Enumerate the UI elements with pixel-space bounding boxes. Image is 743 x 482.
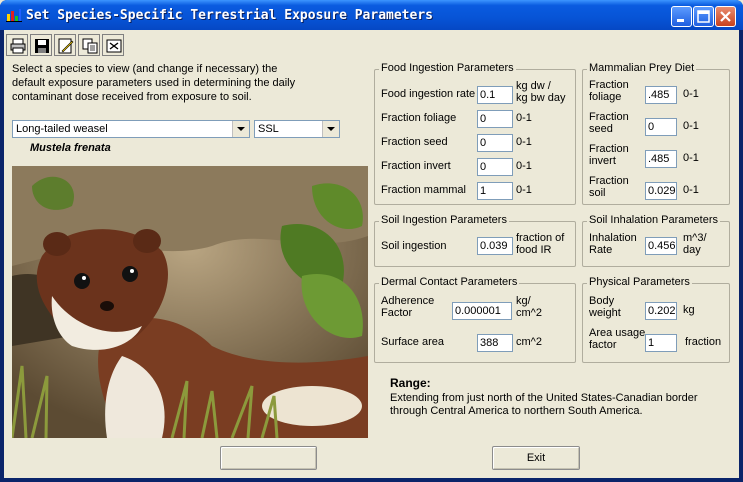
- exit-button[interactable]: Exit: [492, 446, 580, 470]
- range-text: Extending from just north of the United …: [390, 392, 698, 417]
- adherence-factor-unit: kg/ cm^2: [516, 295, 542, 319]
- fraction-foliage-label: Fraction foliage: [381, 112, 457, 124]
- food-ingestion-title: Food Ingestion Parameters: [379, 62, 516, 74]
- window-title: Set Species-Specific Terrestrial Exposur…: [26, 8, 433, 23]
- prey-fraction-invert-unit: 0-1: [683, 152, 699, 164]
- prey-diet-title: Mammalian Prey Diet: [587, 62, 697, 74]
- food-ingestion-rate-label: Food ingestion rate: [381, 88, 476, 100]
- chevron-down-icon[interactable]: [322, 121, 339, 137]
- weasel-photo-image: [12, 166, 368, 438]
- body-weight-label: Body weight: [589, 295, 621, 319]
- fraction-foliage-input[interactable]: 0: [477, 110, 513, 128]
- save-icon: [35, 39, 49, 53]
- close-icon: [720, 11, 731, 22]
- title-bar[interactable]: Set Species-Specific Terrestrial Exposur…: [0, 0, 743, 30]
- soil-inhalation-title: Soil Inhalation Parameters: [587, 214, 721, 226]
- surface-area-unit: cm^2: [516, 336, 542, 348]
- soil-ingestion-label: Soil ingestion: [381, 240, 447, 252]
- app-bar-chart-icon: [6, 9, 22, 22]
- inhalation-rate-input[interactable]: 0.456: [645, 237, 677, 255]
- inhalation-rate-unit: m^3/ day: [683, 232, 707, 256]
- fraction-seed-unit: 0-1: [516, 136, 532, 148]
- maximize-icon: [697, 10, 710, 23]
- instructions-text: Select a species to view (and change if …: [12, 63, 296, 103]
- prey-fraction-foliage-unit: 0-1: [683, 88, 699, 100]
- species-select[interactable]: Long-tailed weasel: [12, 120, 250, 138]
- area-usage-factor-unit: fraction: [685, 336, 722, 348]
- fraction-foliage-unit: 0-1: [516, 112, 532, 124]
- printer-icon: [10, 38, 26, 54]
- close-button[interactable]: [715, 6, 736, 27]
- minimize-icon: [677, 19, 684, 22]
- surface-area-label: Surface area: [381, 336, 444, 348]
- dermal-contact-title: Dermal Contact Parameters: [379, 276, 520, 288]
- food-ingestion-rate-input[interactable]: 0.1: [477, 86, 513, 104]
- surface-area-input[interactable]: 388: [477, 334, 513, 352]
- minimize-button[interactable]: [671, 6, 692, 27]
- prey-fraction-seed-unit: 0-1: [683, 120, 699, 132]
- fraction-mammal-label: Fraction mammal: [381, 184, 466, 196]
- area-usage-factor-input[interactable]: 1: [645, 334, 677, 352]
- scientific-name: Mustela frenata: [30, 142, 111, 154]
- type-select[interactable]: SSL: [254, 120, 340, 138]
- soil-ingestion-title: Soil Ingestion Parameters: [379, 214, 509, 226]
- save-button[interactable]: [30, 34, 52, 56]
- clear-button[interactable]: [102, 34, 124, 56]
- prey-fraction-foliage-input[interactable]: .485: [645, 86, 677, 104]
- adherence-factor-input[interactable]: 0.000001: [452, 302, 512, 320]
- prey-fraction-soil-input[interactable]: 0.029: [645, 182, 677, 200]
- species-select-value: Long-tailed weasel: [16, 123, 108, 135]
- prey-fraction-invert-input[interactable]: .485: [645, 150, 677, 168]
- edit-button[interactable]: [54, 34, 76, 56]
- copy-button[interactable]: [78, 34, 100, 56]
- area-usage-factor-label: Area usage factor: [589, 327, 646, 351]
- prey-fraction-seed-input[interactable]: 0: [645, 118, 677, 136]
- maximize-button[interactable]: [693, 6, 714, 27]
- prey-fraction-soil-label: Fraction soil: [589, 175, 629, 199]
- soil-ingestion-input[interactable]: 0.039: [477, 237, 513, 255]
- body-weight-unit: kg: [683, 304, 695, 316]
- species-photo: [12, 166, 368, 438]
- fraction-invert-unit: 0-1: [516, 160, 532, 172]
- inhalation-rate-label: Inhalation Rate: [589, 232, 637, 256]
- fraction-seed-label: Fraction seed: [381, 136, 448, 148]
- print-button[interactable]: [6, 34, 28, 56]
- copy-icon: [82, 38, 98, 54]
- fraction-mammal-input[interactable]: 1: [477, 182, 513, 200]
- range-title: Range:: [390, 376, 431, 390]
- type-select-value: SSL: [258, 123, 279, 135]
- food-ingestion-rate-unit: kg dw / kg bw day: [516, 80, 566, 104]
- clear-icon: [106, 39, 122, 53]
- chevron-down-icon[interactable]: [232, 121, 249, 137]
- physical-parameters-title: Physical Parameters: [587, 276, 692, 288]
- soil-ingestion-unit: fraction of food IR: [516, 232, 565, 256]
- prey-fraction-seed-label: Fraction seed: [589, 111, 629, 135]
- app-window: Set Species-Specific Terrestrial Exposur…: [0, 0, 743, 482]
- fraction-invert-label: Fraction invert: [381, 160, 451, 172]
- blank-button[interactable]: [220, 446, 317, 470]
- prey-fraction-invert-label: Fraction invert: [589, 143, 629, 167]
- fraction-mammal-unit: 0-1: [516, 184, 532, 196]
- toolbar: [4, 32, 739, 58]
- fraction-seed-input[interactable]: 0: [477, 134, 513, 152]
- adherence-factor-label: Adherence Factor: [381, 295, 435, 319]
- body-weight-input[interactable]: 0.202: [645, 302, 677, 320]
- fraction-invert-input[interactable]: 0: [477, 158, 513, 176]
- edit-icon: [58, 38, 74, 54]
- prey-fraction-foliage-label: Fraction foliage: [589, 79, 629, 103]
- prey-fraction-soil-unit: 0-1: [683, 184, 699, 196]
- client-area: Select a species to view (and change if …: [4, 30, 739, 478]
